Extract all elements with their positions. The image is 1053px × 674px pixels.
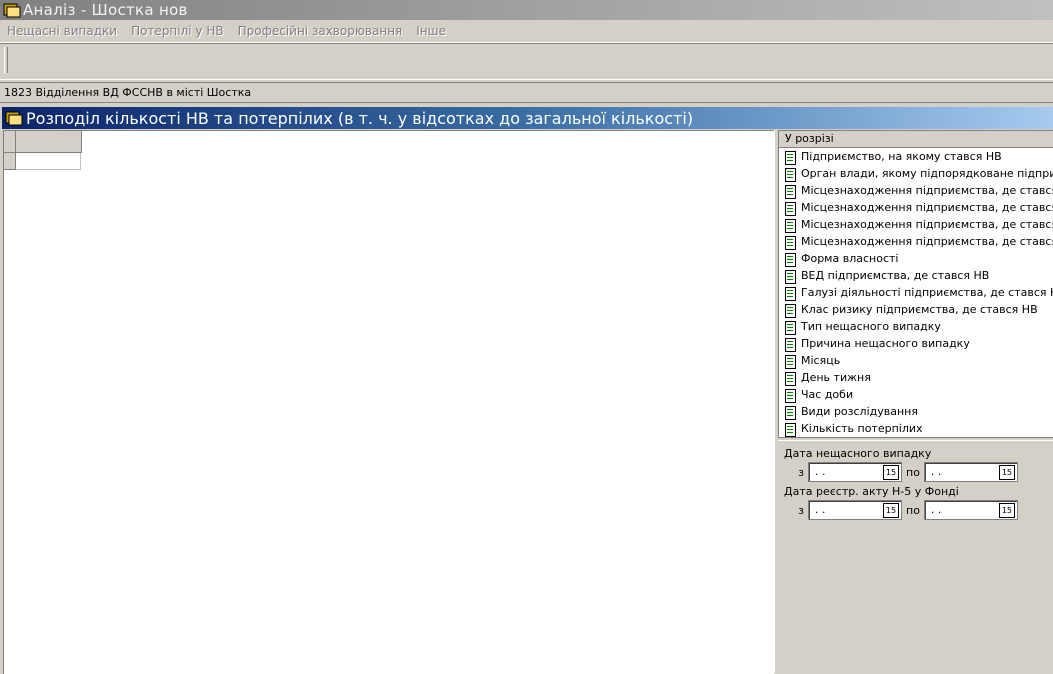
dimension-item-label: Форма власності: [801, 252, 899, 265]
dimension-item[interactable]: Час доби: [779, 386, 1053, 403]
toolbar: [0, 43, 1053, 80]
document-icon: [784, 150, 796, 165]
data-grid[interactable]: [3, 130, 774, 674]
accident-date-row: з . . 15 по . . 15: [784, 462, 1018, 482]
dimension-item-label: Час доби: [801, 388, 854, 401]
registration-date-from-label: з: [798, 503, 804, 517]
panel-title: Розподіл кількості НВ та потерпілих (в т…: [26, 108, 694, 128]
registration-date-to-field[interactable]: . . 15: [923, 500, 1018, 520]
report-icon: [5, 111, 23, 126]
row-indicator[interactable]: [4, 153, 16, 170]
dimension-item-label: Місцезнаходження підприємства, де стався…: [801, 218, 1053, 231]
accident-date-from-label: з: [798, 465, 804, 479]
accident-date-to-label: по: [906, 465, 920, 479]
dimension-item-label: Клас ризику підприємства, де стався НВ: [801, 303, 1038, 316]
filters-panel: Дата нещасного випадку з . . 15 по . . 1…: [778, 440, 1053, 674]
dimension-item-label: Галузі діяльності підприємства, де ставс…: [801, 286, 1053, 299]
dimension-item[interactable]: Тип нещасного випадку: [779, 318, 1053, 335]
window-title: Аналіз - Шостка нов: [23, 1, 188, 19]
document-icon: [784, 422, 796, 437]
dimension-item-label: Місцезнаходження підприємства, де стався…: [801, 235, 1053, 248]
accident-date-to-field[interactable]: . . 15: [923, 462, 1018, 482]
dimension-item[interactable]: Форма власності: [779, 250, 1053, 267]
document-icon: [784, 235, 796, 250]
registration-date-label: Дата реєстр. акту Н-5 у Фонді: [784, 485, 959, 498]
dimension-list-header: У розрізі: [779, 131, 1053, 148]
document-icon: [784, 218, 796, 233]
document-icon: [784, 269, 796, 284]
dimension-item-label: Кількість потерпілих: [801, 422, 923, 435]
document-icon: [784, 388, 796, 403]
menu-accidents[interactable]: Нещасні випадки: [7, 24, 117, 38]
title-bar: Аналіз - Шостка нов: [0, 0, 1053, 20]
app-icon: [3, 3, 21, 18]
dimension-item[interactable]: Орган влади, якому підпорядковане підпри…: [779, 165, 1053, 182]
right-panel: У розрізі Підприємство, на якому стався …: [778, 130, 1053, 673]
grid-cell[interactable]: [16, 153, 81, 170]
dimension-item-label: Орган влади, якому підпорядковане підпри…: [801, 167, 1053, 180]
department-label: 1823 Відділення ВД ФССНВ в місті Шостка: [4, 86, 252, 99]
document-icon: [784, 371, 796, 386]
accident-date-label: Дата нещасного випадку: [784, 447, 932, 460]
dimension-item[interactable]: Види розслідування: [779, 403, 1053, 420]
calendar-icon[interactable]: 15: [998, 465, 1015, 480]
dimension-item[interactable]: Галузі діяльності підприємства, де ставс…: [779, 284, 1053, 301]
document-icon: [784, 167, 796, 182]
dimension-item[interactable]: Місцезнаходження підприємства, де стався…: [779, 199, 1053, 216]
menu-other[interactable]: Інше: [416, 24, 446, 38]
dimension-item-label: Підприємство, на якому стався НВ: [801, 150, 1002, 163]
menu-bar: Нещасні випадки Потерпілі у НВ Професійн…: [0, 20, 1053, 43]
document-icon: [784, 303, 796, 318]
dimension-item[interactable]: Причина нещасного випадку: [779, 335, 1053, 352]
document-icon: [784, 201, 796, 216]
calendar-icon[interactable]: 15: [883, 465, 899, 480]
dimension-item-label: День тижня: [801, 371, 871, 384]
document-icon: [784, 252, 796, 267]
grid-corner[interactable]: [4, 131, 16, 152]
document-icon: [784, 184, 796, 199]
dimension-item[interactable]: Кількість потерпілих: [779, 420, 1053, 437]
dimension-item[interactable]: Місцезнаходження підприємства, де стався…: [779, 233, 1053, 250]
dimension-item[interactable]: Місцезнаходження підприємства, де стався…: [779, 182, 1053, 199]
registration-date-row: з . . 15 по . . 15: [784, 500, 1018, 520]
document-icon: [784, 320, 796, 335]
dimension-item[interactable]: Підприємство, на якому стався НВ: [779, 148, 1053, 165]
dimension-item[interactable]: День тижня: [779, 369, 1053, 386]
document-icon: [784, 337, 796, 352]
dimension-item-label: Причина нещасного випадку: [801, 337, 970, 350]
panel-header: Розподіл кількості НВ та потерпілих (в т…: [2, 107, 1053, 129]
info-bar: 1823 Відділення ВД ФССНВ в місті Шостка: [0, 82, 1053, 103]
toolbar-grip[interactable]: [4, 47, 8, 73]
dimension-item-label: Місцезнаходження підприємства, де стався…: [801, 184, 1053, 197]
accident-date-from-field[interactable]: . . 15: [808, 462, 902, 482]
grid-header: [4, 131, 82, 153]
dimension-item-label: Тип нещасного випадку: [801, 320, 941, 333]
calendar-icon[interactable]: 15: [883, 503, 899, 518]
dimension-item-label: Види розслідування: [801, 405, 918, 418]
document-icon: [784, 286, 796, 301]
dimension-item-label: ВЕД підприємства, де стався НВ: [801, 269, 990, 282]
dimension-item-label: Місцезнаходження підприємства, де стався…: [801, 201, 1053, 214]
document-icon: [784, 405, 796, 420]
dimension-item[interactable]: Місцезнаходження підприємства, де стався…: [779, 216, 1053, 233]
menu-occupational-diseases[interactable]: Професійні захворювання: [238, 24, 403, 38]
menu-victims[interactable]: Потерпілі у НВ: [131, 24, 224, 38]
dimension-item[interactable]: Місяць: [779, 352, 1053, 369]
document-icon: [784, 354, 796, 369]
dimension-item-label: Місяць: [801, 354, 841, 367]
dimension-list[interactable]: У розрізі Підприємство, на якому стався …: [778, 130, 1053, 438]
registration-date-from-field[interactable]: . . 15: [808, 500, 902, 520]
dimension-item[interactable]: Клас ризику підприємства, де стався НВ: [779, 301, 1053, 318]
dimension-item[interactable]: ВЕД підприємства, де стався НВ: [779, 267, 1053, 284]
registration-date-to-label: по: [906, 503, 920, 517]
calendar-icon[interactable]: 15: [998, 503, 1015, 518]
